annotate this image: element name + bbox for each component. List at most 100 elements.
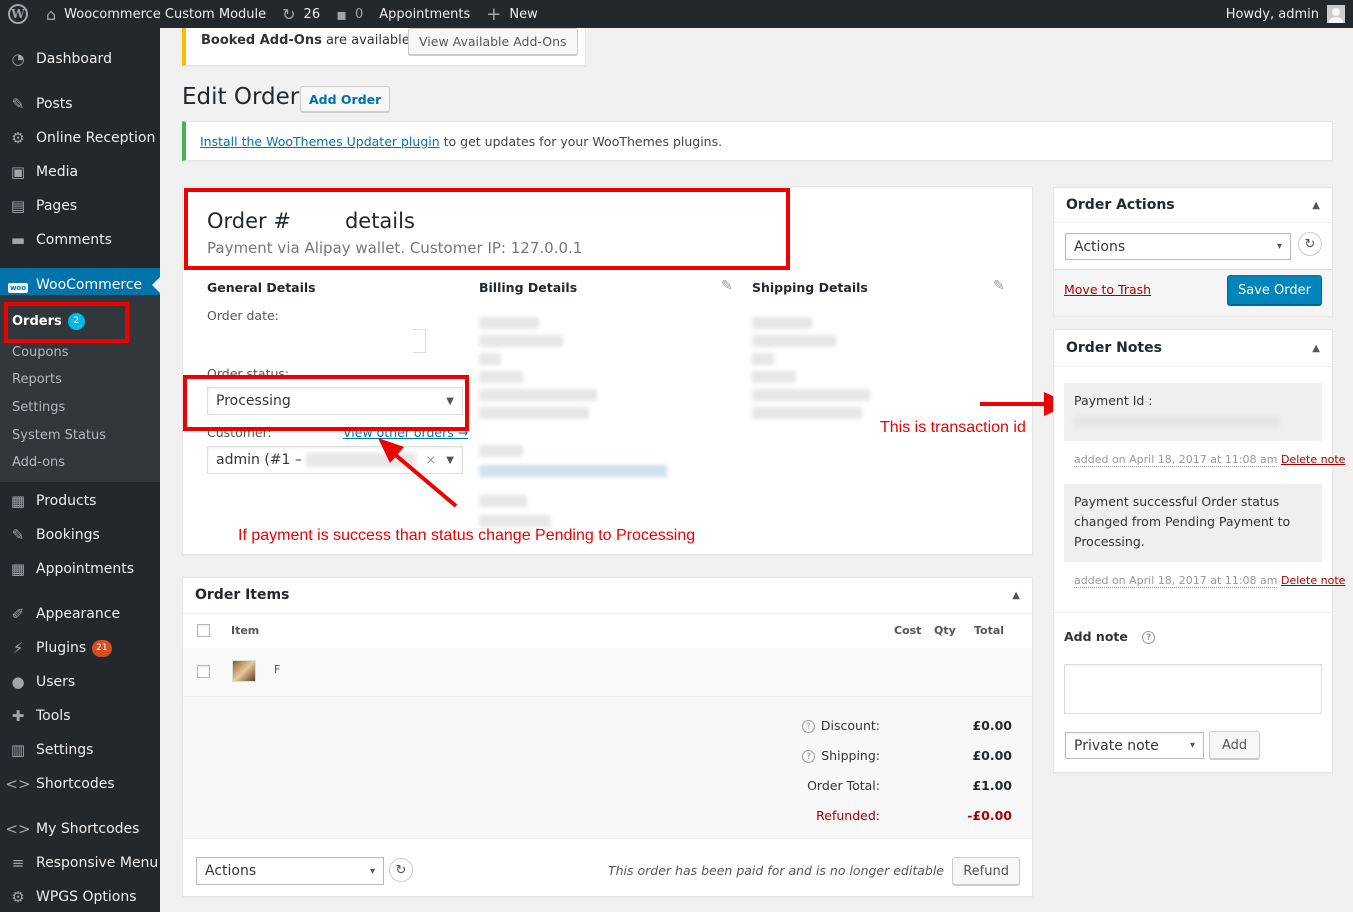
bulk-actions-select[interactable]: Actions ▾ [196,857,384,885]
column-qty: Qty [934,624,956,637]
note-type-select[interactable]: Private note ▾ [1065,732,1204,759]
order-note: Payment Id : [1064,383,1322,441]
help-icon[interactable]: ? [802,750,816,763]
collapse-icon[interactable]: ▲ [1012,590,1020,601]
submenu-reports[interactable]: Reports [12,369,62,389]
comments-link[interactable]: ▪ 0 [328,0,371,28]
plugin-icon: ⚡ [12,639,24,657]
howdy-text: Howdy, admin [1225,6,1319,22]
apply-action-icon[interactable]: ↻ [1298,232,1322,256]
site-name-link[interactable]: ⌂ Woocommerce Custom Module [38,0,274,28]
row-checkbox[interactable] [197,665,210,678]
product-thumbnail [232,660,256,682]
annotation-orders-box [4,302,129,343]
menu-appearance[interactable]: ✐ Appearance [0,597,160,631]
view-addons-button[interactable]: View Available Add-Ons [408,28,578,55]
wordpress-icon: W [8,4,28,24]
collapse-icon[interactable]: ▲ [1312,200,1320,211]
my-account[interactable]: Howdy, admin [1226,5,1353,23]
refund-button[interactable]: Refund [952,857,1020,885]
billing-phone-redacted [479,515,551,527]
submenu-label: Coupons [12,344,69,360]
menu-appointments[interactable]: ▦ Appointments [0,552,160,586]
menu-online-reception[interactable]: ⚙ Online Reception [0,121,160,155]
new-content-link[interactable]: + New [478,0,545,28]
menu-my-shortcodes[interactable]: <> My Shortcodes [0,812,160,846]
add-note-button[interactable]: Add [1209,731,1261,759]
addons-notice: Booked Add-Ons are available! View Avail… [182,28,586,66]
submenu-label: Add-ons [12,454,66,470]
column-item: Item [231,624,260,637]
submenu-settings[interactable]: Settings [12,397,65,417]
updater-notice-rest: to get updates for your WooThemes plugin… [439,134,723,149]
appointments-label: Appointments [379,6,471,22]
edit-billing-pencil-icon[interactable]: ✎ [721,278,733,294]
order-date-field[interactable] [413,329,426,353]
billing-email-label-redacted [479,445,523,457]
submenu-addons[interactable]: Add-ons [12,452,65,472]
menu-products[interactable]: ▦ Products [0,484,160,518]
billing-details-title: Billing Details [479,280,578,295]
menu-tools[interactable]: ✚ Tools [0,699,160,733]
code-icon: <> [5,820,31,838]
delete-note-link[interactable]: Delete note [1281,453,1345,466]
menu-wpgs-options[interactable]: ⚙ WPGS Options [0,880,160,912]
menu-users[interactable]: ● Users [0,665,160,699]
submenu-system-status[interactable]: System Status [12,425,106,445]
move-to-trash-link[interactable]: Move to Trash [1064,282,1151,297]
shipping-redacted [752,407,862,419]
menu-label: Appointments [36,561,135,577]
menu-label: Posts [36,96,73,112]
menu-posts[interactable]: ✎ Posts [0,87,160,121]
save-order-button[interactable]: Save Order [1227,275,1322,305]
note-textarea[interactable] [1064,664,1322,714]
menu-settings[interactable]: ▥ Settings [0,733,160,767]
billing-redacted [479,407,589,419]
order-actions-select[interactable]: Actions ▾ [1065,233,1291,260]
delete-note-link[interactable]: Delete note [1281,574,1345,587]
menu-responsive-menu[interactable]: ≡ Responsive Menu [0,846,160,880]
order-actions-footer: Move to Trash Save Order [1054,269,1332,316]
menu-label: Media [36,164,79,180]
shipping-redacted [752,389,870,401]
note-text: Payment successful Order status changed … [1074,494,1291,549]
new-label: New [509,6,538,22]
apply-refresh-icon[interactable]: ↻ [389,858,413,882]
help-icon[interactable]: ? [801,720,815,733]
calendar-icon: ▦ [10,560,26,578]
menu-comments[interactable]: ▬ Comments [0,223,160,257]
table-row: F [183,648,1032,696]
paid-message: This order has been paid for and is no l… [608,863,944,878]
menu-dashboard[interactable]: ◔ Dashboard [0,42,160,76]
discount-value: £0.00 [972,718,1012,733]
add-note-label: Add note ? [1064,629,1161,644]
add-note-button-label: Add [1222,737,1248,753]
menu-pages[interactable]: ▤ Pages [0,189,160,223]
add-order-button[interactable]: Add Order [300,86,391,112]
menu-label: Settings [36,742,94,758]
customer-select[interactable]: admin (#1 – × ▼ [207,446,463,474]
help-icon[interactable]: ? [1142,631,1156,644]
comments-count: 0 [354,6,364,22]
menu-plugins[interactable]: ⚡ Plugins 21 [0,631,160,665]
appointments-link[interactable]: Appointments [371,0,478,28]
clear-icon[interactable]: × [425,453,436,468]
collapse-icon[interactable]: ▲ [1312,343,1320,354]
edit-shipping-pencil-icon[interactable]: ✎ [993,278,1005,294]
discount-label: ? Discount: [801,718,880,733]
menu-bookings[interactable]: ✎ Bookings [0,518,160,552]
refund-label: Refund [963,863,1009,879]
column-cost: Cost [894,624,922,637]
shipping-redacted [752,317,812,329]
archive-icon: ▦ [10,492,26,510]
avatar [1327,5,1345,23]
menu-label: Pages [36,198,78,214]
select-all-checkbox[interactable] [197,624,210,637]
updates-link[interactable]: ↻ 26 [274,0,328,28]
menu-media[interactable]: ▣ Media [0,155,160,189]
bulk-actions-value: Actions [205,863,257,879]
install-updater-link[interactable]: Install the WooThemes Updater plugin [200,134,440,149]
wordpress-logo[interactable]: W [0,0,38,28]
menu-shortcodes[interactable]: <> Shortcodes [0,767,160,801]
submenu-coupons[interactable]: Coupons [12,342,69,362]
